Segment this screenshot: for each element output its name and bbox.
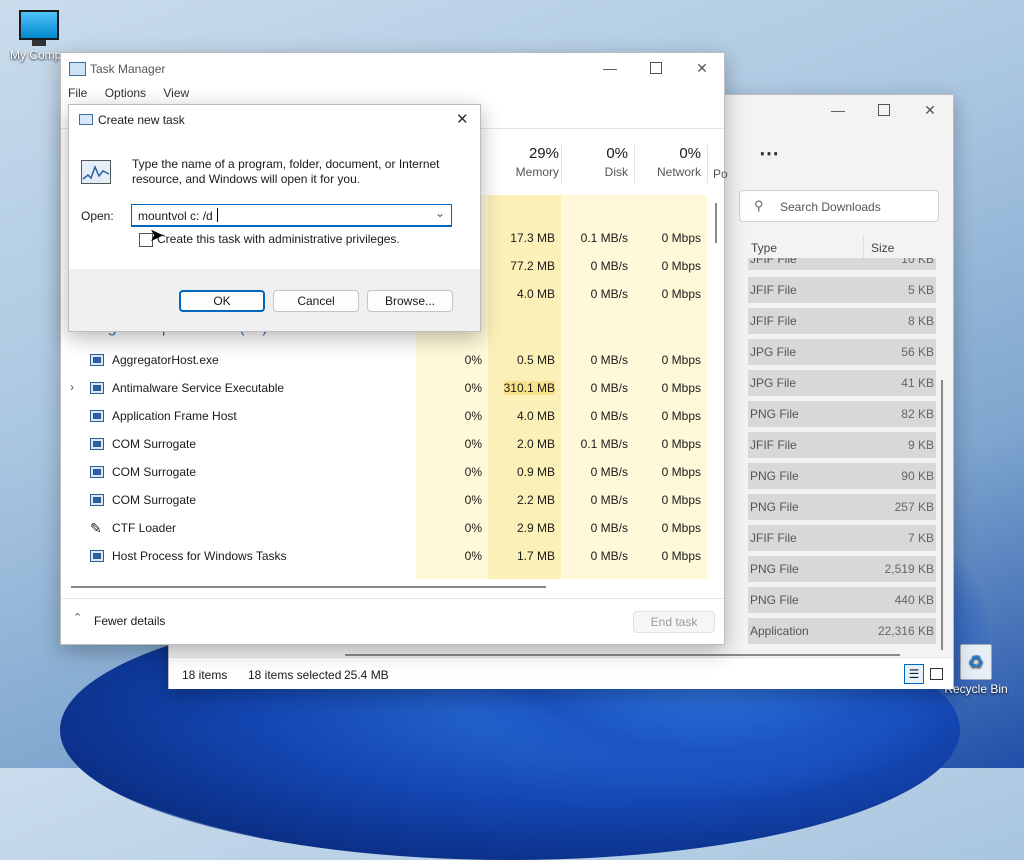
column-header-memory[interactable]: 29% Memory	[489, 145, 559, 183]
file-row[interactable]: PNG File 440 KB	[748, 587, 936, 613]
process-icon	[90, 438, 104, 450]
create-new-task-dialog: Create new task ✕ Type the name of a pro…	[68, 104, 481, 332]
end-task-button[interactable]: End task	[633, 611, 715, 633]
file-row[interactable]: PNG File 82 KB	[748, 401, 936, 427]
task-manager-graph-icon	[81, 160, 111, 184]
file-row[interactable]: JFIF File 8 KB	[748, 308, 936, 334]
status-selected-size: 25.4 MB	[344, 668, 389, 682]
footer: ⌃ Fewer details End task	[61, 598, 724, 645]
column-divider	[863, 235, 864, 259]
dialog-title: Create new task	[98, 113, 185, 127]
process-row[interactable]: COM Surrogate 0% 2.0 MB 0.1 MB/s 0 Mbps	[61, 430, 723, 458]
maximize-icon	[650, 62, 662, 74]
process-row[interactable]: AggregatorHost.exe 0% 0.5 MB 0 MB/s 0 Mb…	[61, 346, 723, 374]
column-header-power[interactable]: Po	[713, 167, 728, 181]
search-placeholder: Search Downloads	[780, 200, 881, 214]
explorer-status-bar: 18 items 18 items selected 25.4 MB ☰	[169, 657, 953, 689]
maximize-button[interactable]	[633, 53, 679, 83]
maximize-button[interactable]	[861, 95, 907, 125]
process-row[interactable]: ✎ CTF Loader 0% 2.9 MB 0 MB/s 0 Mbps	[61, 514, 723, 542]
file-row[interactable]: PNG File 90 KB	[748, 463, 936, 489]
monitor-stand-icon	[32, 40, 46, 46]
open-combobox[interactable]: mountvol c: /d ⌄	[131, 204, 452, 227]
recycle-bin-icon: ♻	[960, 644, 992, 680]
file-row[interactable]: JPG File 41 KB	[748, 370, 936, 396]
dialog-title-bar: Create new task ✕	[69, 105, 480, 135]
file-row[interactable]: JFIF File 7 KB	[748, 525, 936, 551]
search-box[interactable]: ⚲ Search Downloads	[739, 190, 939, 222]
menu-view[interactable]: View	[163, 86, 189, 100]
column-header-size[interactable]: Size	[871, 241, 894, 255]
process-icon	[90, 494, 104, 506]
file-row[interactable]: PNG File 2,519 KB	[748, 556, 936, 582]
cancel-button[interactable]: Cancel	[273, 290, 359, 312]
dialog-body	[69, 135, 480, 269]
mouse-cursor-icon: ➤	[149, 225, 165, 245]
menu-file[interactable]: File	[68, 86, 87, 100]
process-icon	[90, 410, 104, 422]
chevron-up-icon[interactable]: ⌃	[73, 611, 82, 624]
close-icon[interactable]: ✕	[456, 110, 469, 128]
close-button[interactable]: ✕	[907, 95, 953, 125]
explorer-vscroll[interactable]	[941, 380, 943, 650]
explorer-hscroll[interactable]	[345, 654, 900, 656]
window-title: Task Manager	[90, 62, 166, 76]
minimize-button[interactable]: —	[815, 95, 861, 125]
run-icon	[79, 114, 93, 125]
monitor-icon	[19, 10, 59, 40]
process-icon	[90, 550, 104, 562]
horizontal-scrollbar[interactable]	[71, 586, 546, 588]
chevron-down-icon[interactable]: ⌄	[435, 206, 445, 220]
ok-button[interactable]: OK	[179, 290, 265, 312]
open-label: Open:	[81, 209, 114, 223]
column-header-type[interactable]: Type	[751, 241, 777, 255]
task-manager-app-icon	[69, 62, 86, 76]
more-options-button[interactable]: ⋯	[759, 141, 779, 166]
minimize-button[interactable]: —	[587, 53, 633, 83]
close-button[interactable]: ✕	[679, 53, 725, 83]
details-view-button[interactable]: ☰	[904, 664, 924, 684]
status-selected-count: 18 items selected	[248, 668, 342, 682]
process-icon	[90, 466, 104, 478]
process-icon	[90, 382, 104, 394]
fewer-details-link[interactable]: Fewer details	[94, 614, 165, 628]
large-icons-view-button[interactable]	[930, 668, 943, 680]
vertical-scrollbar[interactable]	[715, 203, 717, 243]
file-row[interactable]: Application 22,316 KB	[748, 618, 936, 644]
ctf-loader-icon: ✎	[90, 520, 102, 536]
status-item-count: 18 items	[182, 668, 228, 682]
column-divider	[634, 145, 635, 183]
process-row[interactable]: Host Process for Windows Tasks 0% 1.7 MB…	[61, 542, 723, 570]
process-row[interactable]: › Antimalware Service Executable 0% 310.…	[61, 374, 723, 402]
column-header-network[interactable]: 0% Network	[637, 145, 701, 183]
file-row[interactable]: JFIF File 5 KB	[748, 277, 936, 303]
column-divider	[707, 145, 708, 183]
process-row[interactable]: COM Surrogate 0% 0.9 MB 0 MB/s 0 Mbps	[61, 458, 723, 486]
file-row[interactable]: JPG File 56 KB	[748, 339, 936, 365]
search-icon: ⚲	[754, 198, 764, 213]
menu-bar: File Options View	[68, 86, 203, 100]
browse-button[interactable]: Browse...	[367, 290, 453, 312]
file-row[interactable]: JFIF File 9 KB	[748, 432, 936, 458]
column-header-disk[interactable]: 0% Disk	[564, 145, 628, 183]
expand-chevron-icon[interactable]: ›	[70, 380, 74, 394]
file-row-partial[interactable]: JFIF File 10 KB	[748, 258, 936, 270]
menu-options[interactable]: Options	[105, 86, 146, 100]
process-row[interactable]: COM Surrogate 0% 2.2 MB 0 MB/s 0 Mbps	[61, 486, 723, 514]
open-input-text[interactable]: mountvol c: /d	[138, 209, 213, 223]
file-row[interactable]: PNG File 257 KB	[748, 494, 936, 520]
admin-checkbox-label: Create this task with administrative pri…	[157, 232, 400, 246]
column-divider	[561, 145, 562, 183]
text-cursor	[217, 208, 218, 222]
process-row[interactable]: Application Frame Host 0% 4.0 MB 0 MB/s …	[61, 402, 723, 430]
maximize-icon	[878, 104, 890, 116]
process-icon	[90, 354, 104, 366]
graph-line-icon	[82, 164, 110, 180]
dialog-description: Type the name of a program, folder, docu…	[132, 157, 440, 186]
